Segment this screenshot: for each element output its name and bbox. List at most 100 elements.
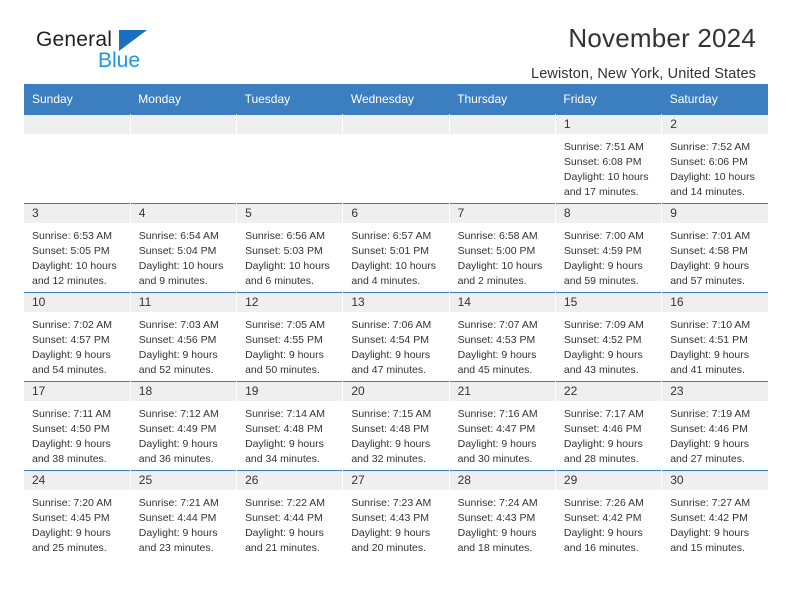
calendar-day-cell[interactable]: 9 Sunrise: 7:01 AM Sunset: 4:58 PM Daylight… bbox=[661, 203, 768, 293]
day-sunrise-text: Sunrise: 7:15 AM bbox=[351, 408, 432, 420]
day-details: Sunrise: 6:57 AM Sunset: 5:01 PM Daylight:… bbox=[343, 223, 448, 289]
day-daylight-text: Daylight: 9 hours bbox=[563, 259, 643, 272]
calendar-day-cell[interactable]: 29 Sunrise: 7:26 AM Sunset: 4:42 PM Dayligh… bbox=[555, 470, 663, 559]
day-daylight-text: and 30 minutes. bbox=[457, 452, 533, 465]
day-number: 16 bbox=[662, 293, 768, 312]
day-daylight-text: and 38 minutes. bbox=[32, 452, 107, 465]
day-sunrise-text: Sunrise: 7:27 AM bbox=[670, 497, 751, 509]
day-sunset-text: Sunset: 4:43 PM bbox=[351, 511, 429, 524]
day-details: Sunrise: 7:23 AM Sunset: 4:43 PM Daylight:… bbox=[343, 490, 448, 556]
day-daylight-text: and 15 minutes. bbox=[670, 541, 745, 554]
day-daylight-text: Daylight: 9 hours bbox=[32, 526, 111, 539]
day-daylight-text: and 27 minutes. bbox=[670, 452, 745, 465]
day-sunrise-text: Sunrise: 7:12 AM bbox=[138, 408, 219, 420]
calendar-day-cell[interactable]: 19 Sunrise: 7:14 AM Sunset: 4:48 PM Dayligh… bbox=[236, 381, 344, 471]
calendar-day-cell[interactable]: 10 Sunrise: 7:02 AM Sunset: 4:57 PM Dayligh… bbox=[24, 292, 131, 382]
day-sunrise-text: Sunrise: 7:07 AM bbox=[457, 319, 538, 331]
day-daylight-text: and 32 minutes. bbox=[351, 452, 427, 465]
calendar-day-cell[interactable]: 24 Sunrise: 7:20 AM Sunset: 4:45 PM Dayligh… bbox=[24, 470, 131, 559]
day-number: 17 bbox=[24, 382, 130, 401]
day-details: Sunrise: 7:51 AM Sunset: 6:08 PM Daylight:… bbox=[556, 134, 661, 200]
day-daylight-text: and 54 minutes. bbox=[32, 363, 107, 376]
day-sunset-text: Sunset: 6:06 PM bbox=[670, 155, 748, 168]
calendar-day-cell[interactable]: 11 Sunrise: 7:03 AM Sunset: 4:56 PM Dayligh… bbox=[130, 292, 238, 382]
day-daylight-text: Daylight: 10 hours bbox=[457, 259, 543, 272]
calendar-day-cell[interactable]: 2 Sunrise: 7:52 AM Sunset: 6:06 PM Daylight… bbox=[661, 114, 768, 204]
calendar-day-cell[interactable]: 22 Sunrise: 7:17 AM Sunset: 4:46 PM Dayligh… bbox=[555, 381, 663, 471]
day-sunset-text: Sunset: 4:46 PM bbox=[670, 422, 748, 435]
day-sunrise-text: Sunrise: 7:22 AM bbox=[245, 497, 326, 509]
calendar-day-cell[interactable]: 23 Sunrise: 7:19 AM Sunset: 4:46 PM Dayligh… bbox=[661, 381, 768, 471]
day-sunrise-text: Sunrise: 7:21 AM bbox=[138, 497, 219, 509]
calendar-day-cell[interactable]: 14 Sunrise: 7:07 AM Sunset: 4:53 PM Dayligh… bbox=[449, 292, 556, 382]
day-daylight-text: Daylight: 9 hours bbox=[245, 526, 324, 539]
calendar-day-cell[interactable]: 1 Sunrise: 7:51 AM Sunset: 6:08 PM Daylight… bbox=[555, 114, 663, 204]
calendar-day-cell[interactable]: 28 Sunrise: 7:24 AM Sunset: 4:43 PM Dayligh… bbox=[449, 470, 556, 559]
calendar-page: General Blue November 2024 Lewiston, New… bbox=[0, 0, 792, 612]
day-details: Sunrise: 7:06 AM Sunset: 4:54 PM Daylight:… bbox=[343, 312, 448, 378]
calendar-day-cell[interactable]: 3 Sunrise: 6:53 AM Sunset: 5:05 PM Daylight… bbox=[24, 203, 131, 293]
day-daylight-text: and 34 minutes. bbox=[245, 452, 320, 465]
day-daylight-text: Daylight: 10 hours bbox=[563, 170, 649, 183]
day-sunrise-text: Sunrise: 7:26 AM bbox=[563, 497, 644, 509]
day-sunset-text: Sunset: 4:58 PM bbox=[670, 244, 748, 257]
day-details: Sunrise: 7:24 AM Sunset: 4:43 PM Daylight:… bbox=[450, 490, 555, 556]
day-number: 15 bbox=[555, 293, 662, 312]
brand-logo[interactable]: General Blue bbox=[36, 28, 216, 76]
calendar-day-cell[interactable]: 8 Sunrise: 7:00 AM Sunset: 4:59 PM Daylight… bbox=[555, 203, 663, 293]
calendar-day-cell[interactable]: 18 Sunrise: 7:12 AM Sunset: 4:49 PM Dayligh… bbox=[130, 381, 238, 471]
calendar-day-cell[interactable]: 26 Sunrise: 7:22 AM Sunset: 4:44 PM Dayligh… bbox=[236, 470, 344, 559]
day-number: 1 bbox=[555, 115, 662, 134]
brand-name-blue: Blue bbox=[98, 49, 141, 72]
day-number: 12 bbox=[237, 293, 343, 312]
day-number: 23 bbox=[662, 382, 768, 401]
day-number: 21 bbox=[449, 382, 555, 401]
calendar-day-cell[interactable]: 13 Sunrise: 7:06 AM Sunset: 4:54 PM Dayligh… bbox=[342, 292, 450, 382]
day-sunset-text: Sunset: 4:55 PM bbox=[245, 333, 323, 346]
day-daylight-text: Daylight: 9 hours bbox=[457, 526, 537, 539]
calendar-day-cell[interactable]: 6 Sunrise: 6:57 AM Sunset: 5:01 PM Daylight… bbox=[342, 203, 450, 293]
title-block: November 2024 Lewiston, New York, United… bbox=[531, 24, 756, 82]
day-number: 14 bbox=[449, 293, 555, 312]
calendar-day-cell[interactable]: 12 Sunrise: 7:05 AM Sunset: 4:55 PM Dayligh… bbox=[236, 292, 344, 382]
day-daylight-text: Daylight: 9 hours bbox=[670, 348, 749, 361]
day-daylight-text: Daylight: 9 hours bbox=[563, 348, 643, 361]
day-daylight-text: Daylight: 10 hours bbox=[138, 259, 224, 272]
calendar-day-cell[interactable]: 15 Sunrise: 7:09 AM Sunset: 4:52 PM Dayligh… bbox=[555, 292, 663, 382]
day-daylight-text: and 4 minutes. bbox=[351, 274, 421, 287]
day-number: 30 bbox=[662, 471, 768, 490]
day-details: Sunrise: 7:21 AM Sunset: 4:44 PM Daylight:… bbox=[131, 490, 236, 556]
day-details: Sunrise: 6:56 AM Sunset: 5:03 PM Daylight:… bbox=[237, 223, 342, 289]
day-daylight-text: Daylight: 9 hours bbox=[563, 437, 643, 450]
calendar-week-row: 1 Sunrise: 7:51 AM Sunset: 6:08 PM Daylight… bbox=[24, 114, 768, 204]
day-sunrise-text: Sunrise: 7:14 AM bbox=[245, 408, 326, 420]
calendar-day-cell[interactable]: 5 Sunrise: 6:56 AM Sunset: 5:03 PM Daylight… bbox=[236, 203, 344, 293]
page-title: November 2024 bbox=[568, 23, 756, 53]
day-sunset-text: Sunset: 5:01 PM bbox=[351, 244, 429, 257]
day-details: Sunrise: 6:54 AM Sunset: 5:04 PM Daylight:… bbox=[131, 223, 236, 289]
day-number bbox=[24, 115, 130, 134]
day-number: 26 bbox=[237, 471, 343, 490]
day-sunrise-text: Sunrise: 6:56 AM bbox=[245, 230, 326, 242]
day-sunrise-text: Sunrise: 7:52 AM bbox=[670, 141, 751, 153]
calendar-day-cell[interactable]: 4 Sunrise: 6:54 AM Sunset: 5:04 PM Daylight… bbox=[130, 203, 238, 293]
calendar-day-cell[interactable]: 16 Sunrise: 7:10 AM Sunset: 4:51 PM Dayligh… bbox=[661, 292, 768, 382]
calendar-day-cell[interactable]: 20 Sunrise: 7:15 AM Sunset: 4:48 PM Dayligh… bbox=[342, 381, 450, 471]
day-daylight-text: and 36 minutes. bbox=[138, 452, 214, 465]
calendar-day-cell[interactable]: 27 Sunrise: 7:23 AM Sunset: 4:43 PM Dayligh… bbox=[342, 470, 450, 559]
calendar-day-cell[interactable]: 30 Sunrise: 7:27 AM Sunset: 4:42 PM Dayligh… bbox=[661, 470, 768, 559]
day-details: Sunrise: 7:20 AM Sunset: 4:45 PM Daylight:… bbox=[24, 490, 130, 556]
day-sunset-text: Sunset: 4:42 PM bbox=[670, 511, 748, 524]
day-daylight-text: and 23 minutes. bbox=[138, 541, 214, 554]
day-daylight-text: Daylight: 9 hours bbox=[32, 437, 111, 450]
day-details: Sunrise: 7:00 AM Sunset: 4:59 PM Daylight:… bbox=[556, 223, 661, 289]
calendar-day-cell[interactable]: 7 Sunrise: 6:58 AM Sunset: 5:00 PM Daylight… bbox=[449, 203, 556, 293]
day-sunset-text: Sunset: 5:00 PM bbox=[457, 244, 536, 257]
day-daylight-text: and 2 minutes. bbox=[457, 274, 527, 287]
day-sunset-text: Sunset: 4:43 PM bbox=[457, 511, 536, 524]
calendar-day-cell-empty bbox=[130, 114, 238, 204]
calendar-day-cell[interactable]: 17 Sunrise: 7:11 AM Sunset: 4:50 PM Dayligh… bbox=[24, 381, 131, 471]
calendar-day-cell[interactable]: 25 Sunrise: 7:21 AM Sunset: 4:44 PM Dayligh… bbox=[130, 470, 238, 559]
day-daylight-text: and 16 minutes. bbox=[563, 541, 639, 554]
calendar-day-cell[interactable]: 21 Sunrise: 7:16 AM Sunset: 4:47 PM Dayligh… bbox=[449, 381, 556, 471]
